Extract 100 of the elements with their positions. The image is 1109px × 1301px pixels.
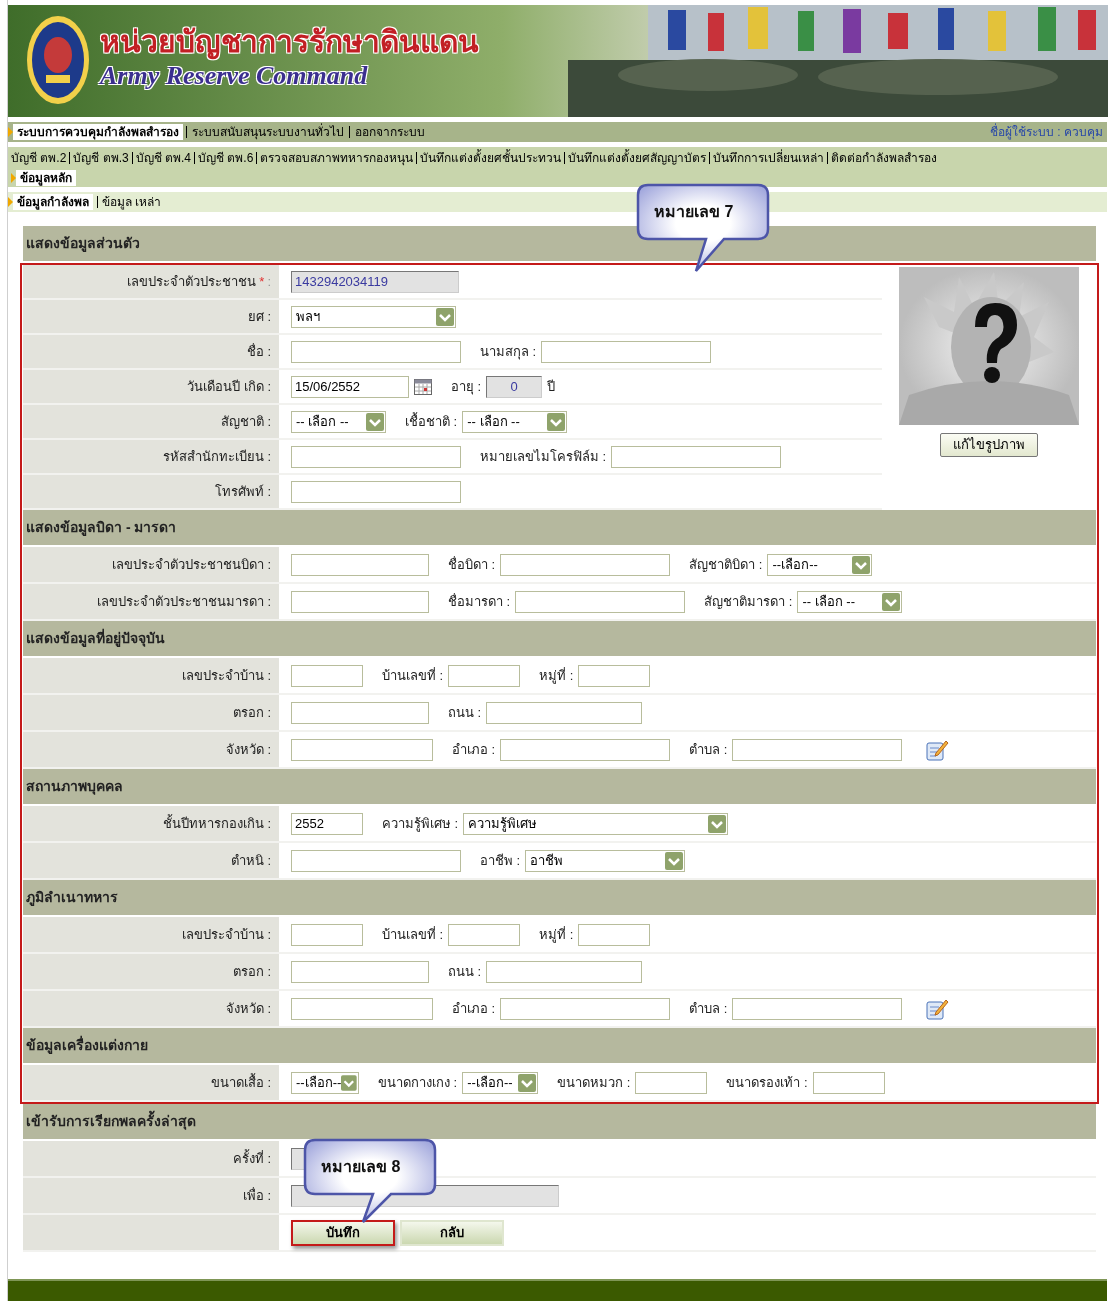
text-field[interactable]: 15/06/2552	[291, 375, 409, 398]
field-label: เลขประจำบ้าน :	[23, 658, 281, 693]
read-only-field[interactable]: 0	[486, 375, 543, 398]
required-mark: *	[259, 272, 265, 291]
read-only-field[interactable]: 1432942034119	[291, 270, 459, 293]
dropdown[interactable]: พลฯ	[291, 305, 456, 328]
field-label: ตำบล :	[689, 740, 728, 759]
field-label: ตำหนิ :	[23, 843, 281, 878]
menu-link[interactable]: ออกจากระบบ	[353, 124, 427, 140]
field-label: เพื่อ :	[23, 1178, 281, 1213]
chevron-down-icon	[708, 814, 727, 833]
menu-link[interactable]: บัญชี ตพ.2	[11, 150, 67, 166]
section-header: ภูมิลำเนาทหาร	[23, 880, 1096, 917]
text-field[interactable]	[732, 997, 903, 1020]
text-field[interactable]	[732, 738, 903, 761]
field-label: ชื่อบิดา :	[448, 555, 496, 574]
text-field[interactable]	[291, 445, 461, 468]
text-field[interactable]: 2552	[291, 812, 363, 835]
text-field[interactable]	[291, 553, 429, 576]
field-label: วันเดือนปี เกิด :	[23, 370, 281, 403]
dropdown[interactable]: ความรู้พิเศษ	[463, 812, 729, 835]
text-field[interactable]	[291, 849, 461, 872]
text-field[interactable]	[486, 960, 643, 983]
chevron-down-icon	[341, 1073, 357, 1092]
field-label: บ้านเลขที่ :	[382, 925, 444, 944]
field-label: จังหวัด :	[23, 732, 281, 767]
field-label: ชื่อ :	[23, 335, 281, 368]
field-label: หมายเลขไมโครฟิล์ม :	[480, 447, 607, 466]
menu-link[interactable]: ระบบการควบคุมกำลังพลสำรอง	[13, 124, 183, 140]
menu-link[interactable]: บัญชี ตพ.4	[135, 150, 192, 166]
chevron-down-icon	[436, 307, 454, 326]
callout-label: หมายเลข 7	[654, 202, 734, 222]
text-field[interactable]	[448, 664, 521, 687]
menu-link[interactable]: ข้อมูลหลัก	[16, 170, 76, 186]
field-label: อำเภอ :	[452, 999, 496, 1018]
field-label: เลขประจำตัวประชาชน	[127, 272, 257, 291]
dropdown[interactable]: --เลือก--	[767, 553, 873, 576]
dropdown[interactable]: --เลือก--	[462, 1071, 539, 1094]
menu-link[interactable]: บัญชี ตพ.6	[198, 150, 254, 166]
text-field[interactable]	[291, 664, 363, 687]
field-label: ขนาดเสื้อ :	[23, 1065, 281, 1100]
field-label: ชื่อมารดา :	[448, 592, 511, 611]
menu-link[interactable]: ระบบสนับสนุนระบบงานทั่วไป	[190, 124, 346, 140]
text-field[interactable]	[578, 664, 651, 687]
text-field[interactable]	[291, 340, 461, 363]
menu-link[interactable]: บันทึกแต่งตั้งยศชั้นประทวน	[420, 150, 562, 166]
text-field[interactable]	[291, 701, 429, 724]
field-label: เลขประจำบ้าน :	[23, 917, 281, 952]
text-field[interactable]	[515, 590, 686, 613]
dropdown[interactable]: --เลือก--	[291, 1071, 359, 1094]
text-field[interactable]	[635, 1071, 708, 1094]
text-field[interactable]	[611, 445, 782, 468]
text-field[interactable]	[291, 590, 429, 613]
text-field[interactable]	[291, 923, 363, 946]
menu-link[interactable]: บันทึกการเปลี่ยนเหล่า	[713, 150, 825, 166]
dropdown[interactable]: อาชีพ	[525, 849, 686, 872]
field-label: ขนาดรองเท้า :	[726, 1073, 808, 1092]
unknown-person-icon	[899, 267, 1079, 425]
edit-photo-button[interactable]: แก้ไขรูปภาพ	[940, 433, 1038, 457]
menu-link[interactable]: ติดต่อกำลังพลสำรอง	[831, 150, 938, 166]
field-label: หมู่ที่ :	[539, 666, 574, 686]
field-label: ชั้นปีทหารกองเกิน :	[23, 806, 281, 841]
field-label: ขนาดกางเกง :	[378, 1073, 458, 1092]
text-field[interactable]	[500, 738, 671, 761]
field-label: ยศ :	[23, 300, 281, 333]
menu-link[interactable]: ตรวจสอบสภาพทหารกองหนุน	[260, 150, 414, 166]
text-field[interactable]	[291, 480, 461, 503]
text-field[interactable]	[291, 960, 429, 983]
text-field[interactable]	[541, 340, 712, 363]
section-header: ข้อมูลเครื่องแต่งกาย	[23, 1028, 1096, 1065]
field-label: ตรอก :	[23, 695, 281, 730]
field-label: เลขประจำตัวประชาชนมารดา :	[23, 584, 281, 619]
dropdown[interactable]: -- เลือก --	[291, 410, 386, 433]
calendar-icon[interactable]	[414, 378, 432, 395]
field-label: ถนน :	[448, 703, 482, 722]
text-field[interactable]	[500, 553, 671, 576]
tab[interactable]: ข้อมูลกำลังพล	[13, 194, 93, 210]
text-field[interactable]	[812, 1071, 885, 1094]
text-field[interactable]	[486, 701, 643, 724]
field-label: เชื้อชาติ :	[405, 411, 458, 431]
colon: :	[267, 272, 271, 291]
text-field[interactable]	[291, 738, 433, 761]
menu-link[interactable]: บัญชี ตพ.3	[73, 150, 129, 166]
tab[interactable]: ข้อมูล เหล่า	[102, 194, 162, 210]
field-label: ความรู้พิเศษ :	[382, 814, 459, 834]
field-label: ตำบล :	[689, 999, 728, 1018]
text-field[interactable]	[291, 997, 433, 1020]
dropdown[interactable]: -- เลือก --	[462, 410, 568, 433]
text-field[interactable]	[500, 997, 671, 1020]
chevron-down-icon	[547, 412, 566, 431]
dropdown[interactable]: -- เลือก --	[797, 590, 903, 613]
chevron-down-icon	[665, 851, 684, 870]
button[interactable]: บันทึก	[291, 1219, 395, 1246]
field-label: ขนาดหมวก :	[557, 1073, 631, 1092]
text-field[interactable]	[448, 923, 521, 946]
field-label: สัญชาติ :	[23, 405, 281, 438]
read-only-field[interactable]	[291, 1147, 305, 1170]
button[interactable]: กลับ	[400, 1219, 504, 1246]
menu-link[interactable]: บันทึกแต่งตั้งยศสัญญาบัตร	[568, 150, 707, 166]
text-field[interactable]	[578, 923, 651, 946]
